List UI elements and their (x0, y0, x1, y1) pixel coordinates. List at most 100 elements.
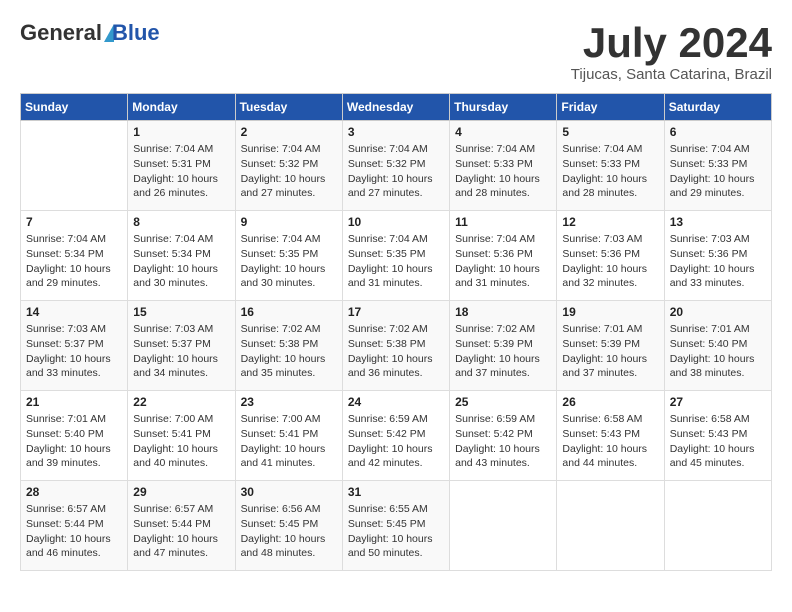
day-info: Sunrise: 7:04 AM Sunset: 5:32 PM Dayligh… (241, 142, 337, 201)
month-year-title: July 2024 (571, 20, 772, 66)
day-info: Sunrise: 7:02 AM Sunset: 5:39 PM Dayligh… (455, 322, 551, 381)
day-info: Sunrise: 7:04 AM Sunset: 5:32 PM Dayligh… (348, 142, 444, 201)
logo: General Blue (20, 20, 160, 46)
calendar-week-row: 28Sunrise: 6:57 AM Sunset: 5:44 PM Dayli… (21, 481, 772, 571)
calendar-header-friday: Friday (557, 94, 664, 121)
title-block: July 2024 Tijucas, Santa Catarina, Brazi… (571, 20, 772, 83)
calendar-cell: 28Sunrise: 6:57 AM Sunset: 5:44 PM Dayli… (21, 481, 128, 571)
day-number: 15 (133, 305, 229, 319)
day-info: Sunrise: 6:58 AM Sunset: 5:43 PM Dayligh… (670, 412, 766, 471)
day-number: 27 (670, 395, 766, 409)
day-info: Sunrise: 6:55 AM Sunset: 5:45 PM Dayligh… (348, 502, 444, 561)
day-number: 4 (455, 125, 551, 139)
day-info: Sunrise: 7:01 AM Sunset: 5:40 PM Dayligh… (670, 322, 766, 381)
calendar-cell: 30 Sunrise: 6:56 AM Sunset: 5:45 PM Dayli… (235, 481, 342, 571)
day-number: 21 (26, 395, 122, 409)
calendar-header-saturday: Saturday (664, 94, 771, 121)
day-number: 20 (670, 305, 766, 319)
day-number: 5 (562, 125, 658, 139)
calendar-cell (21, 121, 128, 211)
calendar-cell: 18 Sunrise: 7:02 AM Sunset: 5:39 PM Dayli… (450, 301, 557, 391)
day-info: Sunrise: 7:02 AM Sunset: 5:38 PM Dayligh… (348, 322, 444, 381)
day-number: 17 (348, 305, 444, 319)
day-info: Sunrise: 7:03 AM Sunset: 5:36 PM Dayligh… (562, 232, 658, 291)
day-info: Sunrise: 7:00 AM Sunset: 5:41 PM Dayligh… (241, 412, 337, 471)
calendar-cell: 21 Sunrise: 7:01 AM Sunset: 5:40 PM Dayli… (21, 391, 128, 481)
day-number: 19 (562, 305, 658, 319)
calendar-cell: 13Sunrise: 7:03 AM Sunset: 5:36 PM Dayli… (664, 211, 771, 301)
day-info: Sunrise: 6:59 AM Sunset: 5:42 PM Dayligh… (455, 412, 551, 471)
calendar-header-thursday: Thursday (450, 94, 557, 121)
day-info: Sunrise: 7:03 AM Sunset: 5:36 PM Dayligh… (670, 232, 766, 291)
calendar-cell: 15 Sunrise: 7:03 AM Sunset: 5:37 PM Dayli… (128, 301, 235, 391)
calendar-cell: 27 Sunrise: 6:58 AM Sunset: 5:43 PM Dayli… (664, 391, 771, 481)
calendar-cell (557, 481, 664, 571)
day-info: Sunrise: 7:03 AM Sunset: 5:37 PM Dayligh… (26, 322, 122, 381)
calendar-header-sunday: Sunday (21, 94, 128, 121)
day-number: 23 (241, 395, 337, 409)
calendar-header-wednesday: Wednesday (342, 94, 449, 121)
calendar-header-monday: Monday (128, 94, 235, 121)
calendar-cell: 31 Sunrise: 6:55 AM Sunset: 5:45 PM Dayli… (342, 481, 449, 571)
calendar-week-row: 7 Sunrise: 7:04 AM Sunset: 5:34 PM Daylig… (21, 211, 772, 301)
day-info: Sunrise: 7:04 AM Sunset: 5:36 PM Dayligh… (455, 232, 551, 291)
day-info: Sunrise: 7:04 AM Sunset: 5:34 PM Dayligh… (133, 232, 229, 291)
calendar-cell: 23 Sunrise: 7:00 AM Sunset: 5:41 PM Dayli… (235, 391, 342, 481)
day-number: 31 (348, 485, 444, 499)
calendar-cell: 14 Sunrise: 7:03 AM Sunset: 5:37 PM Dayli… (21, 301, 128, 391)
logo-blue: Blue (112, 20, 160, 46)
calendar-cell (450, 481, 557, 571)
calendar-cell: 17 Sunrise: 7:02 AM Sunset: 5:38 PM Dayli… (342, 301, 449, 391)
day-number: 16 (241, 305, 337, 319)
calendar-week-row: 1Sunrise: 7:04 AM Sunset: 5:31 PM Daylig… (21, 121, 772, 211)
day-number: 2 (241, 125, 337, 139)
day-info: Sunrise: 7:04 AM Sunset: 5:34 PM Dayligh… (26, 232, 122, 291)
day-number: 7 (26, 215, 122, 229)
day-info: Sunrise: 6:58 AM Sunset: 5:43 PM Dayligh… (562, 412, 658, 471)
day-number: 14 (26, 305, 122, 319)
day-number: 10 (348, 215, 444, 229)
day-number: 12 (562, 215, 658, 229)
calendar-cell: 7 Sunrise: 7:04 AM Sunset: 5:34 PM Daylig… (21, 211, 128, 301)
calendar-cell: 24 Sunrise: 6:59 AM Sunset: 5:42 PM Dayli… (342, 391, 449, 481)
page-header: General Blue July 2024 Tijucas, Santa Ca… (20, 20, 772, 83)
day-info: Sunrise: 7:04 AM Sunset: 5:35 PM Dayligh… (348, 232, 444, 291)
day-info: Sunrise: 7:04 AM Sunset: 5:33 PM Dayligh… (670, 142, 766, 201)
calendar-cell: 19 Sunrise: 7:01 AM Sunset: 5:39 PM Dayli… (557, 301, 664, 391)
day-number: 11 (455, 215, 551, 229)
calendar-cell: 2 Sunrise: 7:04 AM Sunset: 5:32 PM Daylig… (235, 121, 342, 211)
calendar-cell: 26Sunrise: 6:58 AM Sunset: 5:43 PM Dayli… (557, 391, 664, 481)
calendar-cell: 29Sunrise: 6:57 AM Sunset: 5:44 PM Dayli… (128, 481, 235, 571)
calendar-cell (664, 481, 771, 571)
calendar-week-row: 21 Sunrise: 7:01 AM Sunset: 5:40 PM Dayli… (21, 391, 772, 481)
day-info: Sunrise: 6:56 AM Sunset: 5:45 PM Dayligh… (241, 502, 337, 561)
calendar-cell: 22Sunrise: 7:00 AM Sunset: 5:41 PM Dayli… (128, 391, 235, 481)
day-info: Sunrise: 7:03 AM Sunset: 5:37 PM Dayligh… (133, 322, 229, 381)
location-subtitle: Tijucas, Santa Catarina, Brazil (571, 66, 772, 83)
calendar-cell: 3 Sunrise: 7:04 AM Sunset: 5:32 PM Daylig… (342, 121, 449, 211)
day-info: Sunrise: 6:57 AM Sunset: 5:44 PM Dayligh… (133, 502, 229, 561)
day-number: 24 (348, 395, 444, 409)
calendar-cell: 1Sunrise: 7:04 AM Sunset: 5:31 PM Daylig… (128, 121, 235, 211)
day-info: Sunrise: 7:01 AM Sunset: 5:39 PM Dayligh… (562, 322, 658, 381)
day-number: 6 (670, 125, 766, 139)
calendar-cell: 11 Sunrise: 7:04 AM Sunset: 5:36 PM Dayli… (450, 211, 557, 301)
day-number: 30 (241, 485, 337, 499)
day-number: 22 (133, 395, 229, 409)
day-info: Sunrise: 6:59 AM Sunset: 5:42 PM Dayligh… (348, 412, 444, 471)
calendar-table: SundayMondayTuesdayWednesdayThursdayFrid… (20, 93, 772, 571)
day-info: Sunrise: 7:04 AM Sunset: 5:31 PM Dayligh… (133, 142, 229, 201)
calendar-cell: 25 Sunrise: 6:59 AM Sunset: 5:42 PM Dayli… (450, 391, 557, 481)
day-info: Sunrise: 7:04 AM Sunset: 5:33 PM Dayligh… (562, 142, 658, 201)
day-number: 25 (455, 395, 551, 409)
day-info: Sunrise: 7:04 AM Sunset: 5:33 PM Dayligh… (455, 142, 551, 201)
day-number: 9 (241, 215, 337, 229)
day-number: 18 (455, 305, 551, 319)
day-info: Sunrise: 7:01 AM Sunset: 5:40 PM Dayligh… (26, 412, 122, 471)
calendar-cell: 16Sunrise: 7:02 AM Sunset: 5:38 PM Dayli… (235, 301, 342, 391)
calendar-header-row: SundayMondayTuesdayWednesdayThursdayFrid… (21, 94, 772, 121)
day-number: 3 (348, 125, 444, 139)
calendar-cell: 4 Sunrise: 7:04 AM Sunset: 5:33 PM Daylig… (450, 121, 557, 211)
calendar-cell: 5 Sunrise: 7:04 AM Sunset: 5:33 PM Daylig… (557, 121, 664, 211)
calendar-cell: 8Sunrise: 7:04 AM Sunset: 5:34 PM Daylig… (128, 211, 235, 301)
